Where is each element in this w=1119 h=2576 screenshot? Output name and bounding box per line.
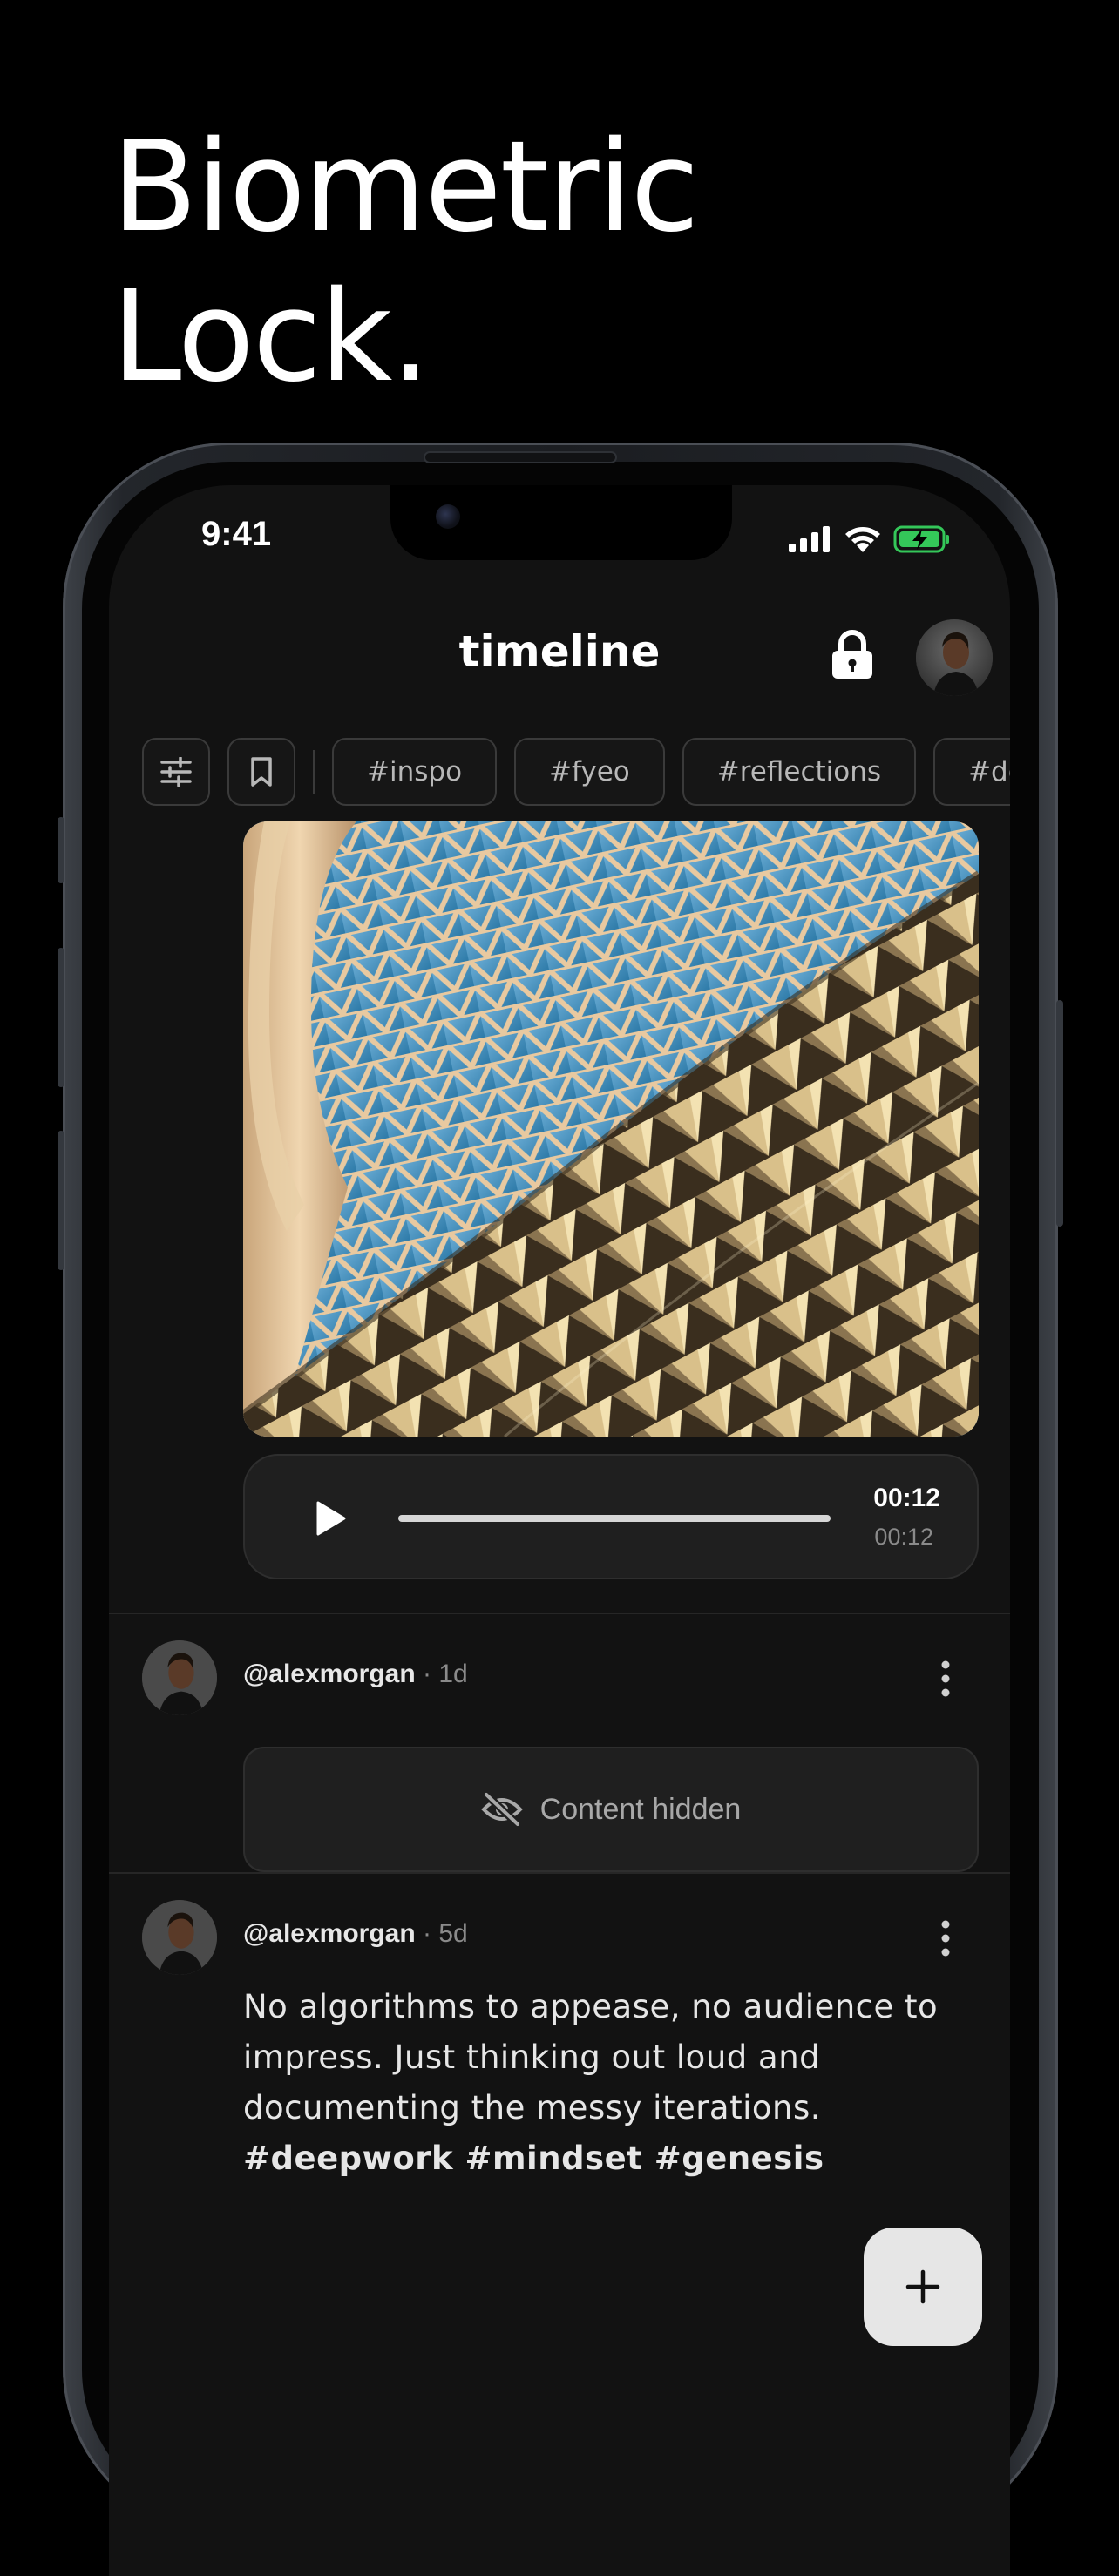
- power-button: [1056, 1000, 1063, 1227]
- post-author-handle[interactable]: @alexmorgan: [243, 1919, 416, 1948]
- post-author-handle[interactable]: @alexmorgan: [243, 1660, 416, 1688]
- earpiece-speaker: [424, 451, 617, 463]
- wifi-icon: [845, 527, 880, 552]
- post-divider: [109, 1613, 1010, 1614]
- headline-line-1: Biometric: [112, 113, 700, 260]
- play-icon[interactable]: [313, 1499, 348, 1538]
- avatar-portrait: [142, 1900, 217, 1975]
- silent-switch: [58, 817, 64, 883]
- dynamic-notch: [390, 485, 732, 560]
- filter-divider: [313, 750, 315, 794]
- tag-chip-inspo[interactable]: #inspo: [332, 738, 498, 806]
- audio-progress-bar[interactable]: [398, 1515, 831, 1522]
- filter-settings-button[interactable]: [142, 738, 210, 806]
- architecture-photo: [243, 821, 979, 1437]
- meta-dot: ·: [423, 1919, 439, 1948]
- lock-icon[interactable]: [829, 628, 876, 680]
- content-hidden-label: Content hidden: [539, 1792, 742, 1826]
- meta-dot: ·: [423, 1660, 439, 1688]
- audio-player: 00:12 00:12: [243, 1454, 979, 1579]
- content-hidden-box[interactable]: Content hidden: [243, 1747, 979, 1872]
- plus-icon: [905, 2269, 940, 2304]
- post-age: 5d: [438, 1919, 468, 1948]
- marketing-headline: Biometric Lock.: [112, 112, 700, 411]
- more-vertical-icon[interactable]: [935, 1917, 956, 1959]
- status-icons: [789, 525, 951, 553]
- phone-screen: 9:41 timeline #inspo #fyeo #reflections …: [109, 485, 1010, 2576]
- profile-avatar[interactable]: [916, 619, 993, 696]
- sliders-icon: [160, 757, 192, 787]
- post-hashtags[interactable]: #deepwork #mindset #genesis: [243, 2133, 984, 2184]
- new-post-button[interactable]: [864, 2228, 982, 2346]
- front-camera: [436, 504, 460, 529]
- audio-current-time: 00:12: [873, 1484, 940, 1512]
- post-meta: @alexmorgan · 5d: [243, 1919, 468, 1949]
- post-meta: @alexmorgan · 1d: [243, 1660, 468, 1689]
- post-age: 1d: [438, 1660, 468, 1688]
- filter-row: #inspo #fyeo #reflections #deep: [142, 738, 1010, 806]
- tag-chip-deep[interactable]: #deep: [933, 738, 1010, 806]
- audio-total-time: 00:12: [874, 1524, 933, 1550]
- post-divider: [109, 1872, 1010, 1874]
- avatar-portrait: [142, 1640, 217, 1715]
- eye-slash-icon: [480, 1792, 523, 1827]
- status-bar: 9:41: [109, 485, 1010, 598]
- post-body-text: No algorithms to appease, no audience to…: [243, 1988, 939, 2126]
- status-time: 9:41: [201, 515, 272, 553]
- tag-chip-reflections[interactable]: #reflections: [682, 738, 917, 806]
- battery-charging-icon: [893, 525, 949, 553]
- avatar-portrait: [916, 619, 993, 696]
- tag-chip-fyeo[interactable]: #fyeo: [514, 738, 665, 806]
- volume-down-button: [58, 1131, 64, 1270]
- post-author-avatar[interactable]: [142, 1640, 217, 1715]
- timeline-header: timeline: [109, 607, 1010, 712]
- headline-line-2: Lock.: [112, 263, 431, 409]
- more-vertical-icon[interactable]: [935, 1658, 956, 1700]
- post-photo[interactable]: [243, 821, 979, 1437]
- post-author-avatar[interactable]: [142, 1900, 217, 1975]
- cellular-signal-icon: [789, 526, 830, 552]
- bookmarks-button[interactable]: [227, 738, 295, 806]
- bookmark-icon: [251, 757, 272, 787]
- volume-up-button: [58, 948, 64, 1087]
- post-body: No algorithms to appease, no audience to…: [243, 1982, 984, 2184]
